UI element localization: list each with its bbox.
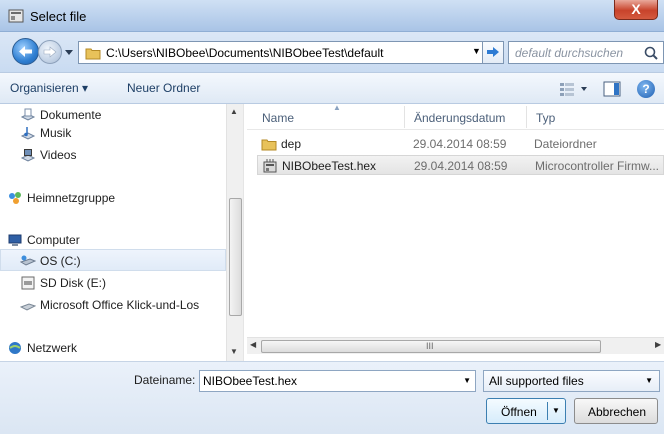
file-list-scrollbar[interactable]: ◀ III ▶ <box>247 337 664 354</box>
nav-pane-scroll-thumb[interactable] <box>229 198 242 316</box>
scroll-grip-icon: III <box>426 341 434 351</box>
nav-item-office-click-to-run[interactable]: Microsoft Office Klick-und-Los <box>0 294 226 316</box>
nav-item-os-c[interactable]: OS (C:) <box>0 249 226 271</box>
file-date: 29.04.2014 08:59 <box>414 159 508 173</box>
table-row[interactable]: dep 29.04.2014 08:59 Dateiordner <box>257 134 664 154</box>
videos-icon <box>20 149 36 162</box>
nav-item-sd-disk[interactable]: SD Disk (E:) <box>0 272 226 294</box>
forward-button[interactable] <box>38 40 62 64</box>
file-name: NIBObeeTest.hex <box>282 159 377 173</box>
nav-label: SD Disk (E:) <box>40 276 106 290</box>
address-path: C:\Users\NIBObee\Documents\NIBObeeTest\d… <box>106 46 384 60</box>
search-input[interactable]: default durchsuchen <box>508 41 664 64</box>
split-divider <box>547 402 548 420</box>
network-icon <box>9 342 21 354</box>
column-header-type[interactable]: Typ <box>536 111 555 125</box>
help-button[interactable]: ? <box>637 80 655 98</box>
preview-pane-icon[interactable] <box>603 81 621 97</box>
scroll-down-icon[interactable]: ▼ <box>230 347 238 356</box>
forward-arrow-icon <box>43 46 57 58</box>
documents-icon <box>20 108 36 121</box>
command-toolbar: Organisieren ▾ Neuer Ordner ? <box>0 72 664 104</box>
drive-icon <box>20 255 36 266</box>
app-icon <box>8 9 24 23</box>
file-type-filter[interactable]: All supported files ▼ <box>483 370 660 392</box>
nav-label: OS (C:) <box>40 254 81 268</box>
file-list: ▲ Name Änderungsdatum Typ dep 29.04.2014… <box>247 104 664 337</box>
organize-button[interactable]: Organisieren ▾ <box>10 81 88 95</box>
nav-item-homegroup[interactable]: Heimnetzgruppe <box>0 187 226 209</box>
column-divider[interactable] <box>526 106 527 128</box>
address-bar[interactable]: C:\Users\NIBObee\Documents\NIBObeeTest\d… <box>78 41 502 64</box>
sd-card-icon <box>21 276 35 290</box>
nav-label: Microsoft Office Klick-und-Los <box>40 298 200 312</box>
cancel-button[interactable]: Abbrechen <box>574 398 658 424</box>
filename-field[interactable]: NIBObeeTest.hex ▼ <box>199 370 476 392</box>
file-type-filter-value: All supported files <box>489 374 584 388</box>
folder-icon <box>261 139 277 151</box>
column-header-date[interactable]: Änderungsdatum <box>414 111 505 125</box>
view-options-icon[interactable] <box>559 81 589 97</box>
table-row[interactable]: NIBObeeTest.hex 29.04.2014 08:59 Microco… <box>257 155 664 175</box>
nav-label: Heimnetzgruppe <box>27 191 116 205</box>
open-options-icon[interactable]: ▼ <box>552 406 560 415</box>
firmware-file-icon <box>263 159 277 173</box>
open-button[interactable]: Öffnen ▼ <box>486 398 566 424</box>
refresh-icon <box>487 47 499 57</box>
new-folder-button[interactable]: Neuer Ordner <box>127 81 200 95</box>
search-icon[interactable] <box>643 45 659 61</box>
chevron-down-icon[interactable]: ▼ <box>463 376 471 385</box>
nav-label: Netzwerk <box>27 341 78 355</box>
recent-pages-icon[interactable] <box>64 45 74 59</box>
open-button-label: Öffnen <box>501 405 537 419</box>
nav-label: Computer <box>27 233 80 247</box>
navigation-pane: Dokumente Musik Videos Heimnetzgruppe Co… <box>0 104 243 361</box>
file-list-scroll-thumb[interactable]: III <box>261 340 601 353</box>
file-name: dep <box>281 137 302 151</box>
back-arrow-icon <box>19 46 32 57</box>
column-header-name[interactable]: Name <box>262 111 294 125</box>
cancel-button-label: Abbrechen <box>587 405 647 419</box>
chevron-down-icon: ▼ <box>645 376 653 385</box>
search-placeholder: default durchsuchen <box>515 46 624 60</box>
close-icon: X <box>631 1 641 17</box>
nav-label: Videos <box>40 148 77 162</box>
nav-item-videos[interactable]: Videos <box>0 144 226 166</box>
homegroup-icon <box>9 192 21 204</box>
scroll-up-icon[interactable]: ▲ <box>230 107 238 116</box>
title-bar: Select file X <box>0 0 664 32</box>
refresh-button[interactable] <box>482 41 504 64</box>
nav-item-network[interactable]: Netzwerk <box>0 337 226 359</box>
computer-icon <box>8 234 22 246</box>
column-divider[interactable] <box>404 106 405 128</box>
sort-ascending-icon: ▲ <box>333 104 341 112</box>
nav-item-computer[interactable]: Computer <box>0 229 226 251</box>
nav-label: Dokumente <box>40 108 102 122</box>
file-date: 29.04.2014 08:59 <box>413 137 507 151</box>
file-list-header: ▲ Name Änderungsdatum Typ <box>247 104 664 130</box>
file-type: Microcontroller Firmw... <box>535 159 660 173</box>
scroll-right-icon[interactable]: ▶ <box>655 340 661 349</box>
address-row: C:\Users\NIBObee\Documents\NIBObeeTest\d… <box>0 32 664 72</box>
help-icon: ? <box>642 82 650 96</box>
filename-label: Dateiname: <box>134 373 196 387</box>
back-button[interactable] <box>12 38 39 65</box>
nav-label: Musik <box>40 126 72 140</box>
file-type: Dateiordner <box>534 137 597 151</box>
dialog-footer: Dateiname: NIBObeeTest.hex ▼ All support… <box>0 361 664 434</box>
music-icon <box>20 127 36 140</box>
virtual-drive-icon <box>20 303 36 311</box>
filename-value: NIBObeeTest.hex <box>203 374 298 388</box>
scroll-left-icon[interactable]: ◀ <box>250 340 256 349</box>
folder-icon <box>85 48 101 60</box>
nav-pane-scrollbar[interactable]: ▲ ▼ <box>226 104 243 361</box>
window-title: Select file <box>30 9 87 24</box>
close-button[interactable]: X <box>614 0 658 20</box>
nav-item-music[interactable]: Musik <box>0 122 226 144</box>
